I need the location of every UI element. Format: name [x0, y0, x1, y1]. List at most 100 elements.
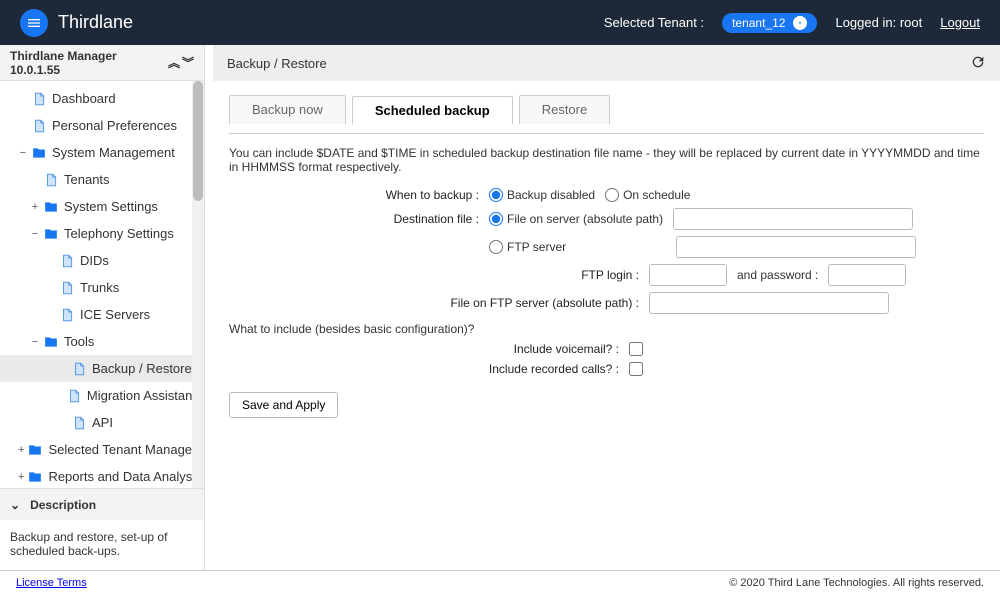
nav-item-label: Telephony Settings: [64, 226, 174, 241]
nav-item-label: Reports and Data Analysiss: [48, 469, 204, 484]
tab-bar: Backup nowScheduled backupRestore: [229, 95, 984, 124]
input-file-on-server-path[interactable]: [673, 208, 913, 230]
nav-item-label: API: [92, 415, 113, 430]
chevron-down-icon: ⌄: [10, 498, 20, 512]
save-and-apply-button[interactable]: Save and Apply: [229, 392, 338, 418]
nav-item[interactable]: API: [0, 409, 204, 436]
label-include-recorded: Include recorded calls? :: [229, 362, 629, 376]
nav-item-label: Trunks: [80, 280, 119, 295]
input-ftp-password[interactable]: [828, 264, 906, 286]
nav-item-label: Personal Preferences: [52, 118, 177, 133]
sidebar: Thirdlane Manager 10.0.1.55 ︽ ︾ Dashboar…: [0, 45, 205, 570]
scrollbar[interactable]: [192, 81, 204, 488]
nav-item-label: Dashboard: [52, 91, 116, 106]
description-header[interactable]: ⌄ Description: [0, 488, 204, 520]
input-ftp-file-path[interactable]: [649, 292, 889, 314]
collapse-icon[interactable]: −: [30, 336, 40, 348]
radio-file-on-server[interactable]: File on server (absolute path): [489, 212, 663, 226]
label-when-to-backup: When to backup :: [229, 188, 489, 202]
description-body: Backup and restore, set-up of scheduled …: [0, 520, 204, 570]
tab-backup-now[interactable]: Backup now: [229, 95, 346, 124]
checkbox-include-recorded[interactable]: [629, 362, 643, 376]
scrollbar-thumb[interactable]: [193, 81, 203, 201]
nav-tree: Dashboard Personal Preferences − System Man…: [0, 81, 204, 488]
nav-item[interactable]: − Telephony Settings: [0, 220, 204, 247]
nav-item[interactable]: − Tools: [0, 328, 204, 355]
page-icon: [60, 308, 74, 322]
tab-restore[interactable]: Restore: [519, 95, 611, 124]
sidebar-header: Thirdlane Manager 10.0.1.55 ︽ ︾: [0, 45, 204, 81]
nav-item[interactable]: ICE Servers: [0, 301, 204, 328]
label-what-to-include: What to include (besides basic configura…: [229, 322, 984, 336]
folder-icon: [28, 443, 42, 457]
nav-item[interactable]: + Selected Tenant Managem…: [0, 436, 204, 463]
nav-item[interactable]: Backup / Restore: [0, 355, 204, 382]
nav-item[interactable]: Migration Assistant: [0, 382, 204, 409]
nav-item[interactable]: + Reports and Data Analysiss: [0, 463, 204, 488]
checkbox-include-voicemail[interactable]: [629, 342, 643, 356]
collapse-icon[interactable]: −: [30, 228, 40, 240]
nav-item[interactable]: Dashboard: [0, 85, 204, 112]
nav-item[interactable]: Personal Preferences: [0, 112, 204, 139]
nav-item-label: Tools: [64, 334, 94, 349]
label-include-voicemail: Include voicemail? :: [229, 342, 629, 356]
page-icon: [32, 92, 46, 106]
nav-item-label: DIDs: [80, 253, 109, 268]
page-icon: [44, 173, 58, 187]
logout-link[interactable]: Logout: [940, 15, 980, 30]
selected-tenant-label: Selected Tenant :: [604, 15, 704, 30]
footer: License Terms © 2020 Third Lane Technolo…: [0, 570, 1000, 594]
nav-item-label: System Settings: [64, 199, 158, 214]
page-icon: [32, 119, 46, 133]
nav-item-label: Tenants: [64, 172, 110, 187]
page-icon: [72, 362, 86, 376]
expand-icon[interactable]: +: [18, 471, 24, 483]
nav-item[interactable]: Tenants: [0, 166, 204, 193]
input-ftp-server[interactable]: [676, 236, 916, 258]
nav-item-label: System Management: [52, 145, 175, 160]
nav-item-label: ICE Servers: [80, 307, 150, 322]
chevron-down-icon: [793, 16, 807, 30]
tenant-selector[interactable]: tenant_12: [722, 13, 817, 33]
radio-backup-disabled[interactable]: Backup disabled: [489, 188, 595, 202]
radio-on-schedule[interactable]: On schedule: [605, 188, 690, 202]
input-ftp-login[interactable]: [649, 264, 727, 286]
brand-name: Thirdlane: [58, 12, 133, 33]
nav-item[interactable]: Trunks: [0, 274, 204, 301]
folder-icon: [44, 200, 58, 214]
refresh-icon[interactable]: [970, 54, 986, 73]
expand-all-icon[interactable]: ︾: [182, 54, 194, 71]
folder-icon: [32, 146, 46, 160]
folder-icon: [28, 470, 42, 484]
sidebar-title: Thirdlane Manager 10.0.1.55: [10, 49, 168, 77]
license-terms-link[interactable]: License Terms: [16, 577, 87, 589]
radio-ftp-server[interactable]: FTP server: [489, 240, 566, 254]
nav-item[interactable]: − System Management: [0, 139, 204, 166]
collapse-icon[interactable]: −: [18, 147, 28, 159]
tenant-value: tenant_12: [732, 16, 785, 30]
label-destination-file: Destination file :: [229, 212, 489, 226]
folder-icon: [44, 335, 58, 349]
expand-icon[interactable]: +: [30, 201, 40, 213]
tab-scheduled-backup[interactable]: Scheduled backup: [352, 96, 513, 125]
nav-item[interactable]: DIDs: [0, 247, 204, 274]
logged-in-label: Logged in: root: [835, 15, 922, 30]
page-icon: [60, 254, 74, 268]
page-icon: [67, 389, 81, 403]
collapse-all-icon[interactable]: ︽: [168, 54, 180, 71]
expand-icon[interactable]: +: [18, 444, 24, 456]
label-ftp-file: File on FTP server (absolute path) :: [229, 296, 649, 310]
copyright-text: © 2020 Third Lane Technologies. All righ…: [729, 577, 984, 589]
page-icon: [60, 281, 74, 295]
top-bar: Thirdlane Selected Tenant : tenant_12 Lo…: [0, 0, 1000, 45]
nav-item[interactable]: + System Settings: [0, 193, 204, 220]
nav-item-label: Selected Tenant Managem…: [48, 442, 204, 457]
page-title: Backup / Restore: [227, 56, 327, 71]
nav-item-label: Backup / Restore: [92, 361, 192, 376]
brand-logo: [20, 9, 48, 37]
page-header: Backup / Restore: [213, 45, 1000, 81]
label-ftp-login: FTP login :: [229, 268, 649, 282]
help-text: You can include $DATE and $TIME in sched…: [229, 146, 984, 174]
nav-item-label: Migration Assistant: [87, 388, 196, 403]
page-icon: [72, 416, 86, 430]
